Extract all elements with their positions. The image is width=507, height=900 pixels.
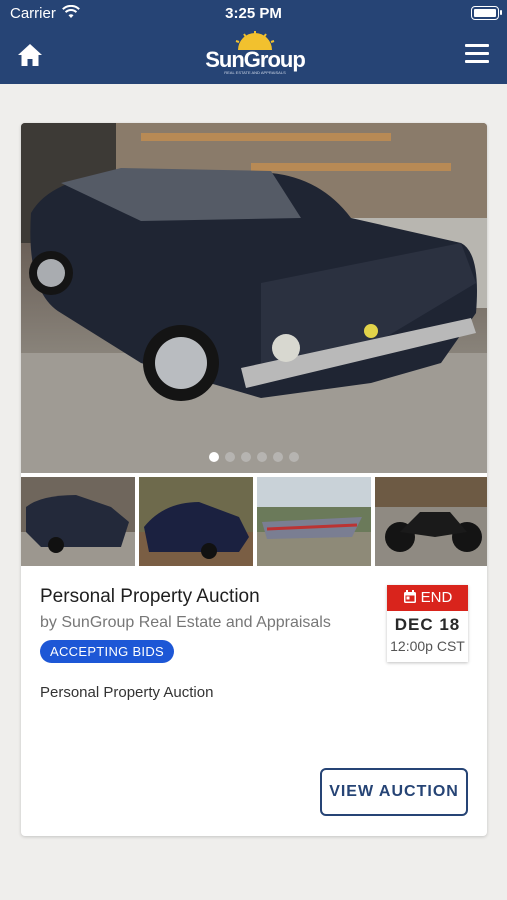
thumbnail-boat[interactable] bbox=[257, 477, 371, 566]
carousel-dot[interactable] bbox=[241, 452, 251, 462]
hero-photo-illustration bbox=[21, 123, 487, 473]
thumbnail-image bbox=[21, 477, 135, 566]
sungroup-logo[interactable]: SunGroup REAL ESTATE AND APPRAISALS bbox=[200, 30, 310, 80]
end-time: 12:00p CST bbox=[390, 638, 465, 654]
thumbnail-image bbox=[139, 477, 253, 566]
carousel-dot[interactable] bbox=[273, 452, 283, 462]
carousel-dot[interactable] bbox=[225, 452, 235, 462]
auction-info: Personal Property Auction by SunGroup Re… bbox=[21, 566, 487, 836]
carousel-dot[interactable] bbox=[257, 452, 267, 462]
end-date: DEC 18 bbox=[394, 615, 461, 634]
thumbnail-strip bbox=[21, 477, 487, 566]
logo-subtitle: REAL ESTATE AND APPRAISALS bbox=[224, 70, 286, 75]
carousel-dot[interactable] bbox=[289, 452, 299, 462]
thumbnail-mustang[interactable] bbox=[21, 477, 135, 566]
view-auction-button[interactable]: VIEW AUCTION bbox=[320, 768, 468, 816]
thumbnail-image bbox=[375, 477, 487, 566]
auction-byline: by SunGroup Real Estate and Appraisals bbox=[40, 614, 331, 631]
end-date-box: END DEC 18 12:00p CST bbox=[387, 585, 468, 662]
hamburger-menu-icon[interactable] bbox=[465, 44, 489, 66]
status-bar: Carrier 3:25 PM bbox=[0, 0, 507, 28]
hero-photo[interactable] bbox=[21, 123, 487, 473]
auction-title[interactable]: Personal Property Auction bbox=[40, 586, 260, 608]
battery-icon bbox=[471, 6, 502, 20]
thumbnail-motorcycle[interactable] bbox=[375, 477, 487, 566]
carousel-dots[interactable] bbox=[21, 449, 487, 467]
end-label: END bbox=[420, 589, 453, 606]
clock: 3:25 PM bbox=[225, 5, 282, 22]
end-date-header: END bbox=[387, 585, 468, 611]
calendar-icon bbox=[403, 590, 416, 603]
home-icon[interactable] bbox=[16, 42, 44, 68]
auction-card: Personal Property Auction by SunGroup Re… bbox=[21, 123, 487, 836]
auction-description: Personal Property Auction bbox=[40, 684, 214, 701]
top-navbar: SunGroup REAL ESTATE AND APPRAISALS bbox=[0, 28, 507, 84]
carousel-dot[interactable] bbox=[209, 452, 219, 462]
thumbnail-bmw[interactable] bbox=[139, 477, 253, 566]
thumbnail-image bbox=[257, 477, 371, 566]
status-badge: ACCEPTING BIDS bbox=[40, 640, 174, 663]
